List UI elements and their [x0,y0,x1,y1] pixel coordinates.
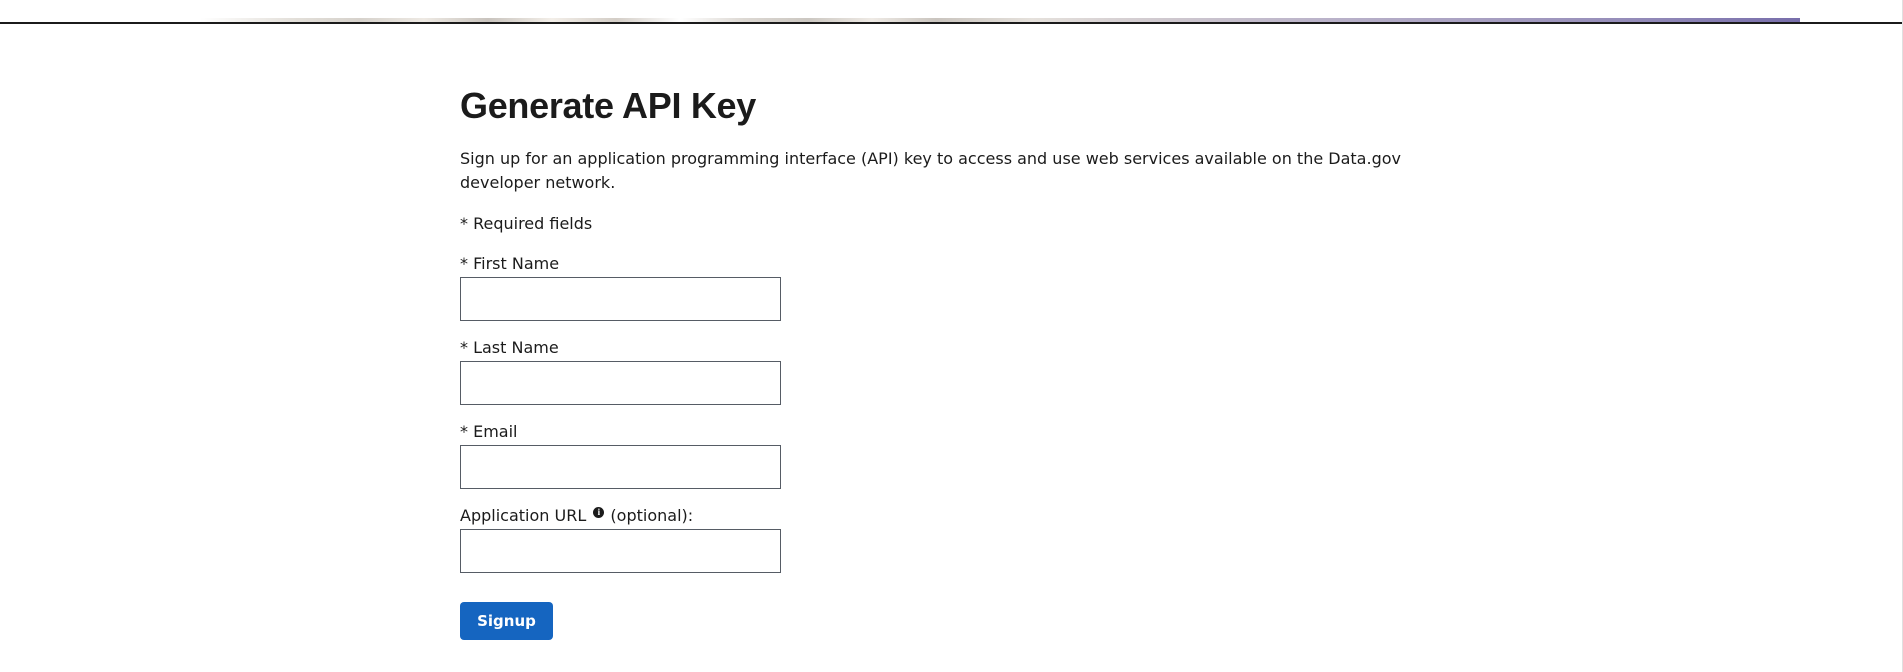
first-name-input[interactable] [460,277,781,321]
banner-image-strip [200,18,1800,22]
signup-form-section: Generate API Key Sign up for an applicat… [460,86,1460,640]
top-banner [0,0,1903,24]
last-name-label: * Last Name [460,338,559,357]
application-url-field: Application URL i (optional): [460,505,1460,573]
first-name-label: * First Name [460,254,560,273]
info-icon[interactable]: i [593,507,605,518]
intro-text: Sign up for an application programming i… [460,149,1401,192]
required-fields-note: * Required fields [460,214,593,233]
optional-label-text: (optional): [610,506,694,525]
signup-button[interactable]: Signup [460,602,553,640]
page: Generate API Key Sign up for an applicat… [0,0,1903,672]
last-name-input[interactable] [460,361,781,405]
email-label: * Email [460,422,518,441]
application-url-input[interactable] [460,529,781,573]
application-url-label: Application URL i (optional): [460,505,1460,527]
last-name-field: * Last Name [460,337,1460,405]
email-input[interactable] [460,445,781,489]
api-key-signup-form: * First Name * Last Name * Email Applica… [460,253,1460,640]
application-url-label-text: Application URL [460,506,587,525]
email-field: * Email [460,421,1460,489]
first-name-field: * First Name [460,253,1460,321]
page-title: Generate API Key [460,85,756,126]
